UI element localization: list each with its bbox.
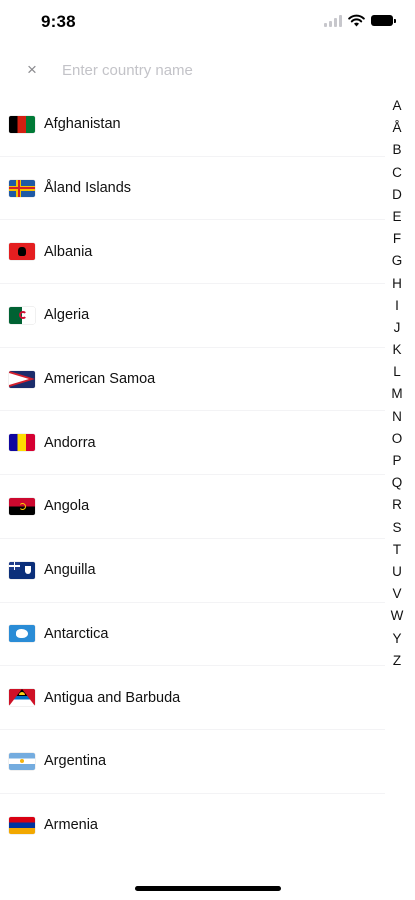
index-letter-a[interactable]: A [387, 95, 407, 117]
country-list: Afghanistan Åland Islands Albania Algeri… [0, 93, 385, 857]
index-letter-q[interactable]: Q [387, 472, 407, 494]
search-bar: × [0, 50, 415, 90]
index-letter-r[interactable]: R [387, 494, 407, 516]
aland-islands-flag-icon [9, 179, 35, 197]
country-row-andorra[interactable]: Andorra [0, 411, 385, 476]
wifi-icon [348, 14, 365, 27]
index-letter-b[interactable]: B [387, 139, 407, 161]
index-letter-w[interactable]: W [387, 605, 407, 627]
country-row-armenia[interactable]: Armenia [0, 794, 385, 858]
country-name: Andorra [44, 434, 96, 451]
status-icons [324, 14, 396, 27]
anguilla-flag-icon [9, 561, 35, 579]
index-letter-m[interactable]: M [387, 383, 407, 405]
index-letter-t[interactable]: T [387, 539, 407, 561]
antarctica-flag-icon [9, 625, 35, 643]
country-name: Afghanistan [44, 116, 121, 133]
index-letter-e[interactable]: E [387, 206, 407, 228]
index-letter-s[interactable]: S [387, 517, 407, 539]
country-search-input[interactable] [60, 57, 384, 83]
index-letter-h[interactable]: H [387, 273, 407, 295]
country-row-aland-islands[interactable]: Åland Islands [0, 157, 385, 221]
index-letter-u[interactable]: U [387, 561, 407, 583]
index-letter-c[interactable]: C [387, 162, 407, 184]
battery-icon [371, 15, 396, 26]
index-letter-l[interactable]: L [387, 361, 407, 383]
status-bar: 9:38 [0, 0, 415, 46]
index-letter-p[interactable]: P [387, 450, 407, 472]
country-row-angola[interactable]: Angola [0, 475, 385, 539]
home-indicator[interactable] [135, 886, 281, 891]
country-row-antigua-and-barbuda[interactable]: Antigua and Barbuda [0, 666, 385, 730]
index-letter-i[interactable]: I [387, 295, 407, 317]
albania-flag-icon [9, 243, 35, 261]
country-row-afghanistan[interactable]: Afghanistan [0, 93, 385, 157]
country-row-argentina[interactable]: Argentina [0, 730, 385, 794]
afghanistan-flag-icon [9, 115, 35, 133]
index-letter-y[interactable]: Y [387, 628, 407, 650]
cellular-signal-icon [324, 14, 342, 27]
country-name: Antigua and Barbuda [44, 689, 181, 706]
country-row-anguilla[interactable]: Anguilla [0, 539, 385, 603]
country-row-algeria[interactable]: Algeria [0, 284, 385, 348]
country-name: Åland Islands [44, 180, 132, 197]
country-name: Angola [44, 498, 90, 515]
index-letter-n[interactable]: N [387, 406, 407, 428]
index-letter-d[interactable]: D [387, 184, 407, 206]
argentina-flag-icon [9, 752, 35, 770]
index-letter-a-ring[interactable]: Å [387, 117, 407, 139]
index-letter-k[interactable]: K [387, 339, 407, 361]
country-name: Armenia [44, 817, 98, 834]
index-letter-f[interactable]: F [387, 228, 407, 250]
country-row-albania[interactable]: Albania [0, 220, 385, 285]
status-time: 9:38 [41, 12, 76, 31]
angola-flag-icon [9, 497, 35, 515]
index-letter-v[interactable]: V [387, 583, 407, 605]
country-row-american-samoa[interactable]: American Samoa [0, 348, 385, 412]
algeria-flag-icon [9, 306, 35, 324]
country-name: Algeria [44, 307, 90, 324]
index-letter-j[interactable]: J [387, 317, 407, 339]
andorra-flag-icon [9, 434, 35, 452]
country-name: Anguilla [44, 562, 96, 579]
index-letter-g[interactable]: G [387, 250, 407, 272]
armenia-flag-icon [9, 816, 35, 834]
country-name: Argentina [44, 753, 107, 770]
country-name: American Samoa [44, 371, 156, 388]
country-row-antarctica[interactable]: Antarctica [0, 603, 385, 667]
antigua-and-barbuda-flag-icon [9, 689, 35, 707]
american-samoa-flag-icon [9, 370, 35, 388]
country-name: Albania [44, 243, 93, 260]
alphabet-index: A Å B C D E F G H I J K L M N O P Q R S … [387, 95, 407, 672]
index-letter-z[interactable]: Z [387, 650, 407, 672]
close-icon[interactable]: × [20, 58, 44, 82]
country-name: Antarctica [44, 625, 109, 642]
index-letter-o[interactable]: O [387, 428, 407, 450]
